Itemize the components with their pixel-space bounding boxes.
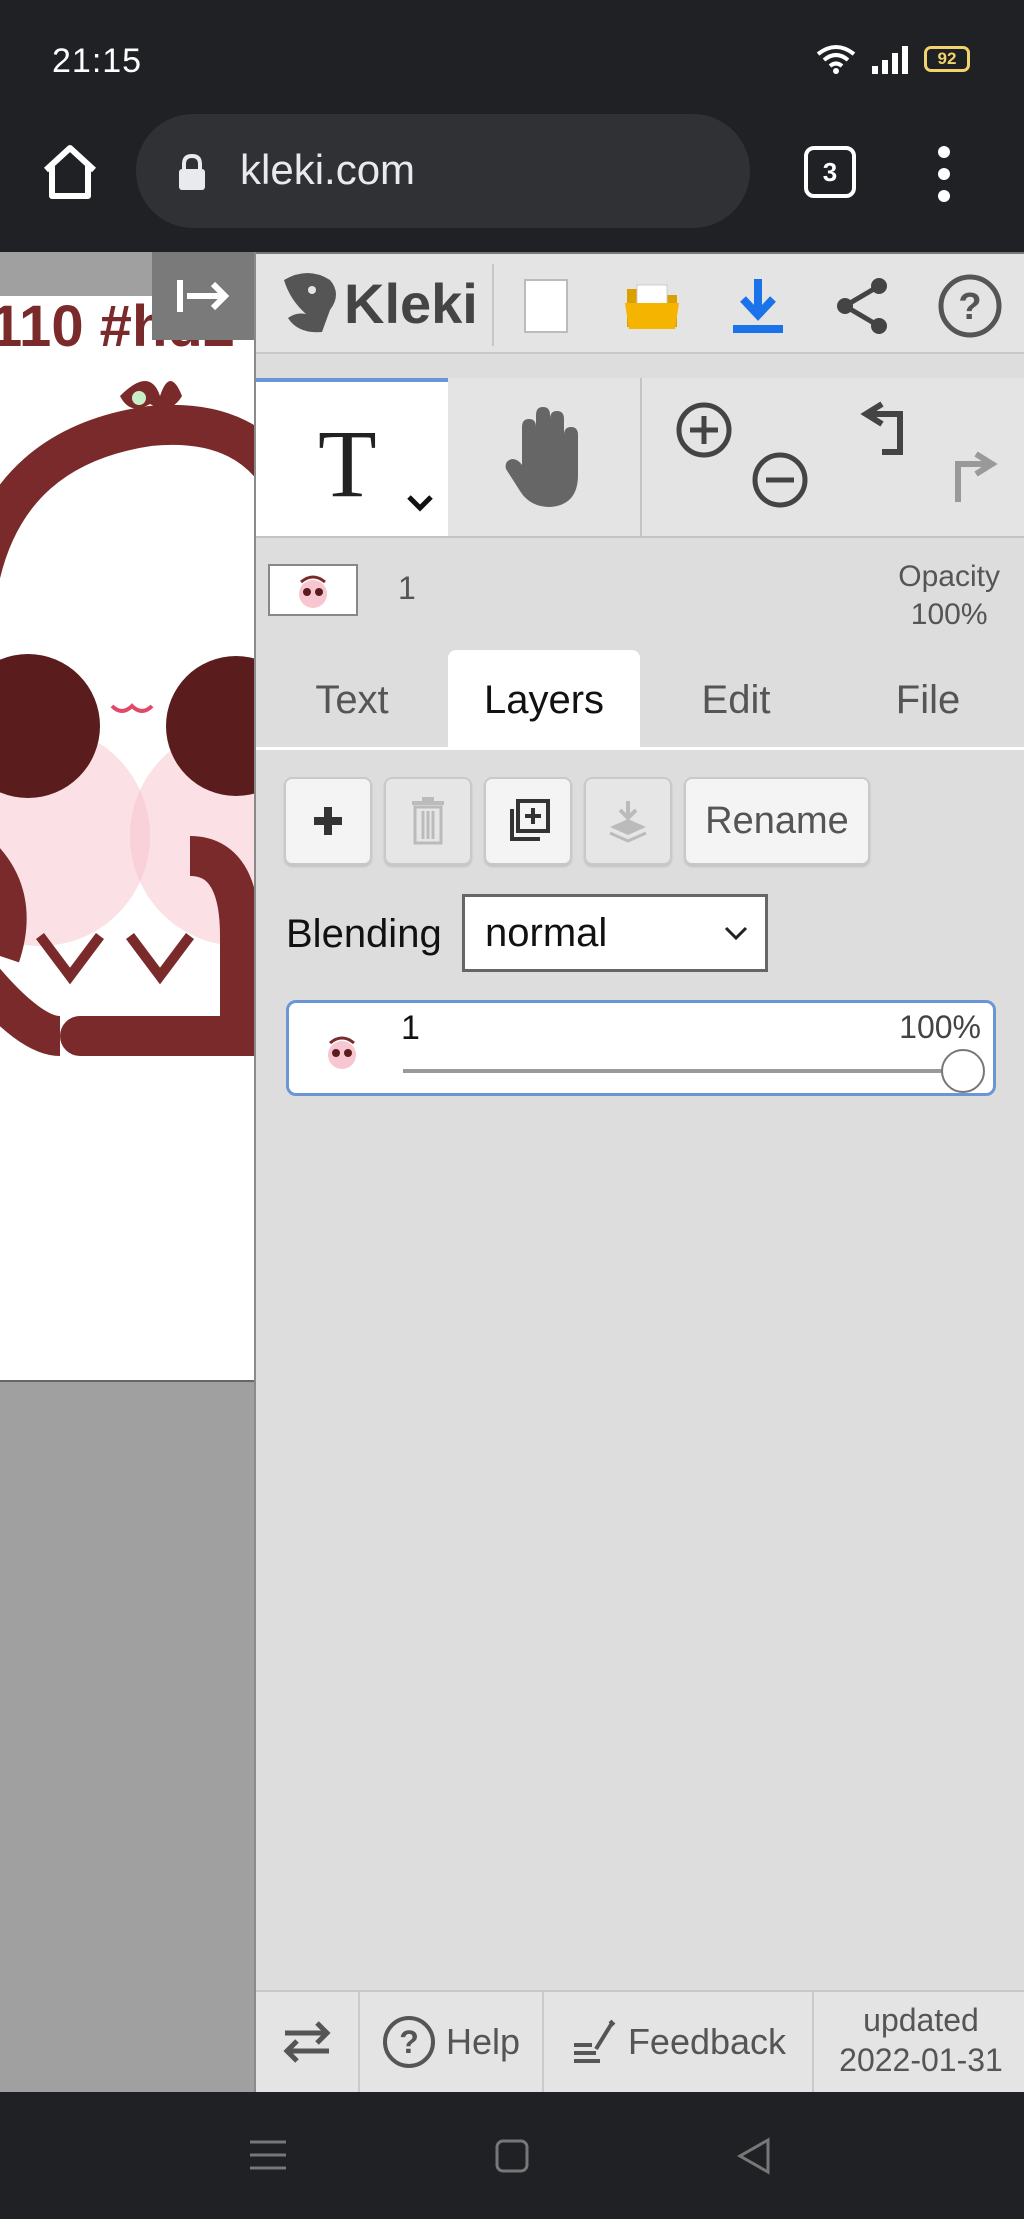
tab-edit[interactable]: Edit	[640, 650, 832, 750]
undo-icon[interactable]	[860, 398, 922, 460]
arrow-right-bar-icon	[177, 280, 230, 312]
status-bar: 21:15 92	[0, 0, 1024, 110]
add-layer-button[interactable]	[284, 777, 372, 865]
duplicate-icon	[510, 799, 550, 841]
text-tool-button[interactable]: T	[256, 378, 448, 536]
url-text: kleki.com	[240, 146, 416, 193]
layer-opacity-slider-handle[interactable]	[941, 1049, 985, 1093]
status-icons: 92	[816, 44, 970, 74]
footer-help-button[interactable]: ? Help	[360, 1992, 544, 2092]
question-icon: ?	[938, 274, 1002, 338]
rename-layer-button[interactable]: Rename	[684, 777, 870, 865]
url-bar[interactable]: kleki.com	[136, 114, 750, 228]
battery-level: 92	[937, 49, 957, 68]
share-icon	[837, 278, 887, 334]
swap-side-button[interactable]	[256, 1992, 360, 2092]
system-navigation-bar	[0, 2092, 1024, 2219]
updated-date: 2022-01-31	[839, 2042, 1003, 2078]
feedback-pen-icon	[573, 2019, 616, 2063]
layer-item-opacity: 100%	[899, 1009, 981, 1045]
zoom-out-icon[interactable]	[750, 450, 810, 510]
signal-icon	[872, 46, 908, 74]
canvas-artwork: 110 #hd2	[0, 296, 254, 1056]
battery-icon: 92	[924, 46, 970, 72]
svg-text:?: ?	[399, 2024, 419, 2060]
updated-label: updated	[863, 2002, 979, 2038]
trash-icon	[412, 797, 444, 845]
tool-panel: Kleki ? T 1 Opacity 100% Text Layers Edi…	[254, 252, 1024, 2092]
folder-icon	[625, 284, 679, 329]
new-image-button[interactable]	[508, 268, 584, 344]
chevron-down-icon	[724, 926, 748, 941]
panel-tabs: Text Layers Edit File	[256, 650, 1024, 750]
app-toolbar: Kleki ?	[256, 252, 1024, 354]
download-icon	[733, 279, 783, 333]
drawing-canvas[interactable]: 110 #hd2	[0, 296, 254, 1382]
opacity-readout: Opacity 100%	[898, 558, 1000, 634]
swap-arrows-icon	[283, 2021, 331, 2063]
home-icon[interactable]	[38, 140, 102, 204]
updated-info[interactable]: updated 2022-01-31	[816, 2000, 1024, 2080]
kleki-logo[interactable]: Kleki	[278, 270, 478, 336]
toolbar-divider	[492, 264, 494, 346]
layer-item-thumbnail-image	[328, 1036, 356, 1069]
active-layer-info: 1 Opacity 100%	[256, 550, 1024, 650]
lock-icon	[179, 153, 205, 190]
drawing-canvas-area[interactable]: 110 #hd2	[0, 252, 254, 2092]
save-download-button[interactable]	[720, 268, 796, 344]
new-page-icon	[524, 279, 568, 333]
feedback-button[interactable]: Feedback	[544, 1992, 814, 2092]
logo-text: Kleki	[344, 271, 478, 335]
layer-opacity-slider-track[interactable]	[403, 1069, 969, 1073]
browser-toolbar: kleki.com 3	[0, 110, 1024, 252]
merge-down-button[interactable]	[584, 777, 672, 865]
hand-icon	[505, 407, 578, 507]
hand-tool-button[interactable]	[448, 378, 642, 536]
more-menu-icon[interactable]	[932, 144, 956, 204]
merge-down-icon	[609, 801, 647, 843]
zoom-in-icon[interactable]	[674, 400, 734, 460]
chevron-down-icon[interactable]	[406, 494, 434, 512]
open-image-button[interactable]	[614, 268, 690, 344]
question-icon: ?	[382, 2016, 435, 2068]
tab-switcher-button[interactable]: 3	[804, 146, 856, 198]
text-tool-icon: T	[318, 410, 377, 517]
layer-item-thumbnail	[309, 1023, 375, 1079]
panel-footer: ? Help Feedback updated 2022-01-31	[256, 1990, 1024, 2092]
tab-count: 3	[822, 156, 838, 187]
blending-label: Blending	[286, 912, 442, 956]
feedback-label: Feedback	[627, 2021, 787, 2062]
blending-select[interactable]: normal	[462, 894, 768, 972]
collapse-panel-button[interactable]	[152, 252, 254, 340]
svg-text:?: ?	[958, 286, 981, 328]
tool-selector: T	[256, 378, 1024, 538]
share-button[interactable]	[824, 268, 900, 344]
tab-text[interactable]: Text	[256, 650, 448, 750]
duplicate-layer-button[interactable]	[484, 777, 572, 865]
layer-thumbnail-image	[299, 575, 327, 608]
back-triangle-icon[interactable]	[736, 2136, 772, 2176]
tab-layers[interactable]: Layers	[448, 650, 640, 750]
plus-icon	[314, 807, 342, 835]
status-time: 21:15	[52, 42, 143, 80]
help-button[interactable]: ?	[932, 268, 1008, 344]
help-label: Help	[445, 2021, 521, 2062]
opacity-label: Opacity	[898, 560, 1000, 593]
active-layer-name: 1	[398, 570, 416, 606]
home-square-icon[interactable]	[494, 2138, 530, 2174]
blending-value: normal	[485, 910, 608, 955]
layer-item-name: 1	[401, 1009, 420, 1047]
redo-icon[interactable]	[936, 448, 998, 510]
wifi-icon	[816, 45, 856, 74]
layer-list-item[interactable]: 1 100%	[286, 1000, 996, 1096]
tab-file[interactable]: File	[832, 650, 1024, 750]
kleki-bird-icon	[284, 273, 336, 333]
delete-layer-button[interactable]	[384, 777, 472, 865]
opacity-value: 100%	[910, 598, 988, 631]
recents-menu-icon[interactable]	[248, 2138, 288, 2172]
layer-thumbnail	[268, 564, 358, 616]
